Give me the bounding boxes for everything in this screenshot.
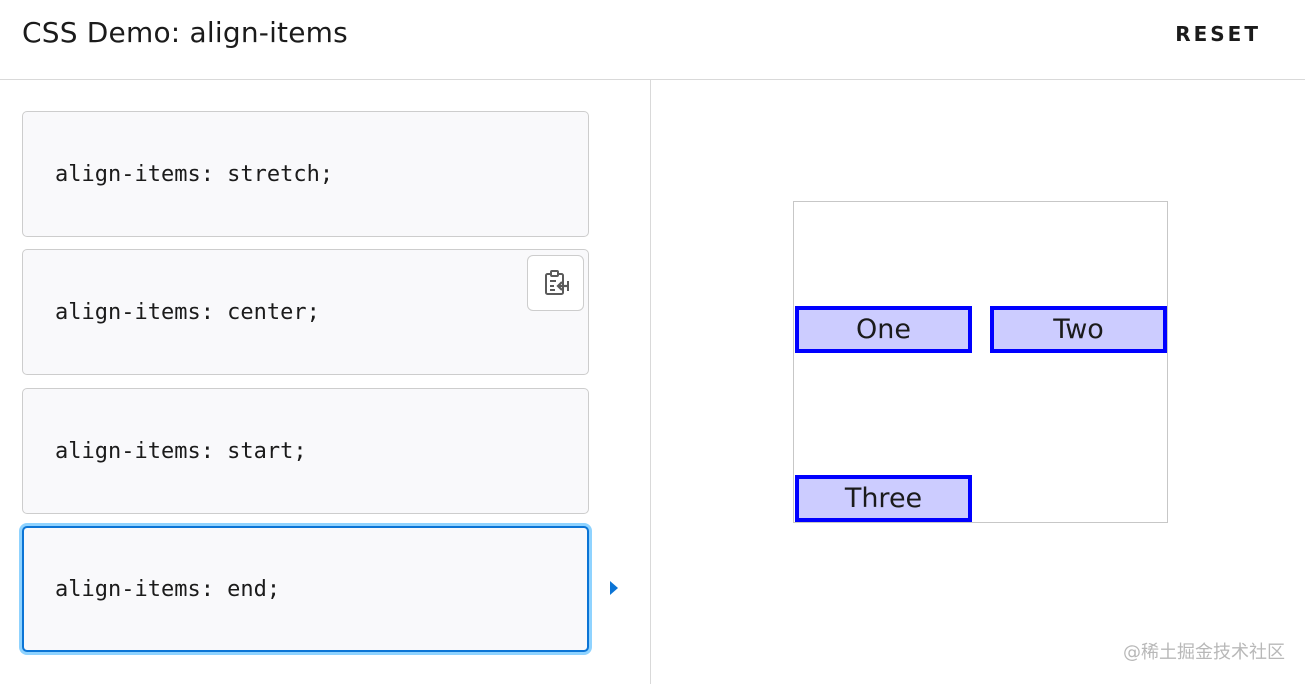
choice-start[interactable]: align-items: start;	[22, 388, 589, 514]
choice-end[interactable]: align-items: end;	[22, 526, 589, 652]
output-container: One Two Three	[793, 201, 1168, 523]
choice-code: align-items: start;	[55, 438, 307, 464]
flex-item-one: One	[795, 306, 972, 353]
choice-stretch[interactable]: align-items: stretch;	[22, 111, 589, 237]
flex-item-three: Three	[795, 475, 972, 522]
clipboard-copy-icon	[544, 270, 569, 295]
page-title: CSS Demo: align-items	[22, 16, 348, 49]
flex-item-two: Two	[990, 306, 1167, 353]
copy-button[interactable]	[527, 255, 584, 311]
choice-code: align-items: end;	[55, 576, 281, 602]
caret-right-icon	[610, 581, 618, 595]
choice-center[interactable]: align-items: center;	[22, 249, 589, 375]
choice-code: align-items: center;	[55, 299, 320, 325]
choice-code: align-items: stretch;	[55, 161, 334, 187]
watermark: @稀土掘金技术社区	[1123, 642, 1285, 663]
demo-header: CSS Demo: align-items RESET	[0, 0, 1305, 80]
panel-divider	[650, 80, 651, 684]
reset-button[interactable]: RESET	[1175, 22, 1261, 46]
